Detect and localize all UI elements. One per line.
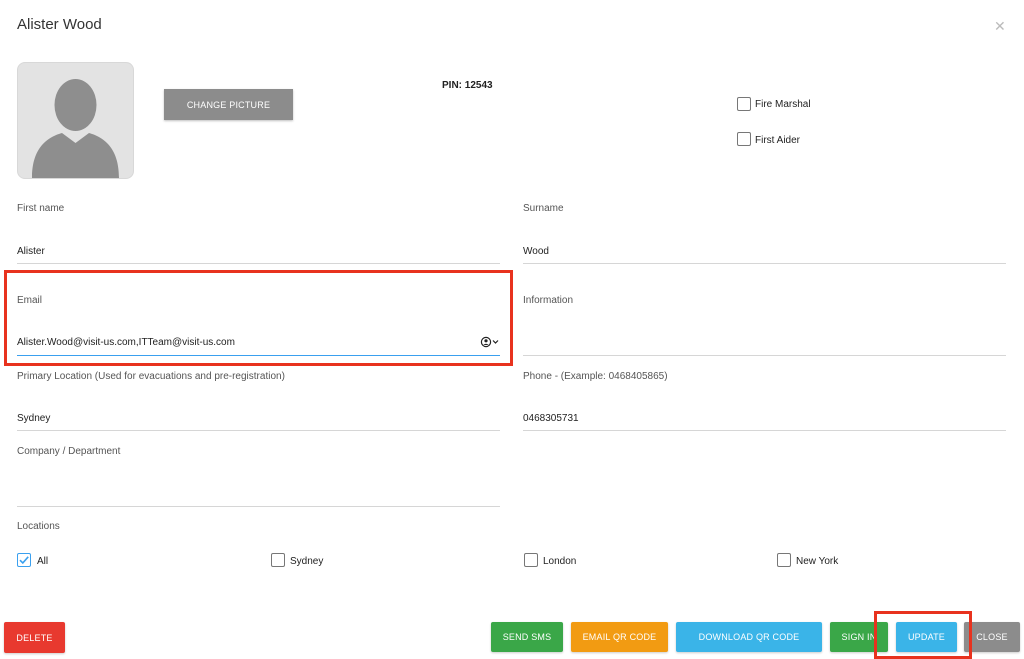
email-qr-code-button[interactable]: EMAIL QR CODE [571, 622, 668, 652]
fire-marshal-label: Fire Marshal [755, 99, 811, 110]
download-qr-code-button[interactable]: DOWNLOAD QR CODE [676, 622, 822, 652]
pin-label: PIN: [442, 80, 462, 91]
location-all-checkbox[interactable] [17, 553, 31, 567]
information-label: Information [523, 295, 574, 306]
primary-location-label: Primary Location (Used for evacuations a… [17, 371, 285, 382]
dialog-title: Alister Wood [17, 16, 102, 33]
primary-location-input[interactable]: Sydney [17, 413, 50, 424]
email-input[interactable]: Alister.Wood@visit-us.com,ITTeam@visit-u… [17, 337, 477, 348]
user-silhouette-icon [32, 79, 119, 178]
send-sms-button[interactable]: SEND SMS [491, 622, 563, 652]
primary-location-underline [17, 430, 500, 431]
location-sydney-checkbox[interactable] [271, 553, 285, 567]
email-label: Email [17, 295, 43, 306]
phone-label: Phone - (Example: 0468405865) [523, 371, 668, 382]
fire-marshal-checkbox[interactable] [737, 97, 751, 111]
locations-label: Locations [17, 521, 60, 532]
first-name-label: First name [17, 203, 65, 214]
first-name-input[interactable]: Alister [17, 246, 45, 257]
company-input[interactable] [17, 488, 497, 502]
email-highlight-box [4, 270, 513, 366]
information-input[interactable] [523, 337, 1003, 351]
update-highlight-box [874, 611, 972, 659]
surname-input[interactable]: Wood [523, 246, 549, 257]
first-aider-label: First Aider [755, 135, 801, 146]
delete-button[interactable]: DELETE [4, 622, 65, 653]
surname-underline [523, 263, 1006, 264]
phone-input[interactable]: 0468305731 [523, 413, 579, 424]
checkmark-icon [19, 556, 29, 565]
close-icon[interactable]: ✕ [994, 18, 1006, 35]
information-underline [523, 355, 1006, 356]
location-all-label: All [37, 556, 49, 567]
location-new-york-checkbox[interactable] [777, 553, 791, 567]
location-sydney-label: Sydney [290, 556, 324, 567]
email-underline [17, 355, 500, 356]
company-label: Company / Department [17, 446, 121, 457]
surname-label: Surname [523, 203, 564, 214]
location-london-label: London [543, 556, 577, 567]
first-name-underline [17, 263, 500, 264]
pin-display: PIN: 12543 [442, 80, 493, 91]
location-new-york-label: New York [796, 556, 839, 567]
phone-underline [523, 430, 1006, 431]
location-london-checkbox[interactable] [524, 553, 538, 567]
company-underline [17, 506, 500, 507]
change-picture-button[interactable]: CHANGE PICTURE [164, 89, 293, 120]
close-button[interactable]: CLOSE [964, 622, 1020, 652]
avatar [17, 62, 134, 179]
pin-value: 12543 [464, 80, 493, 91]
first-aider-checkbox[interactable] [737, 132, 751, 146]
contact-dropdown-icon[interactable] [480, 336, 500, 351]
